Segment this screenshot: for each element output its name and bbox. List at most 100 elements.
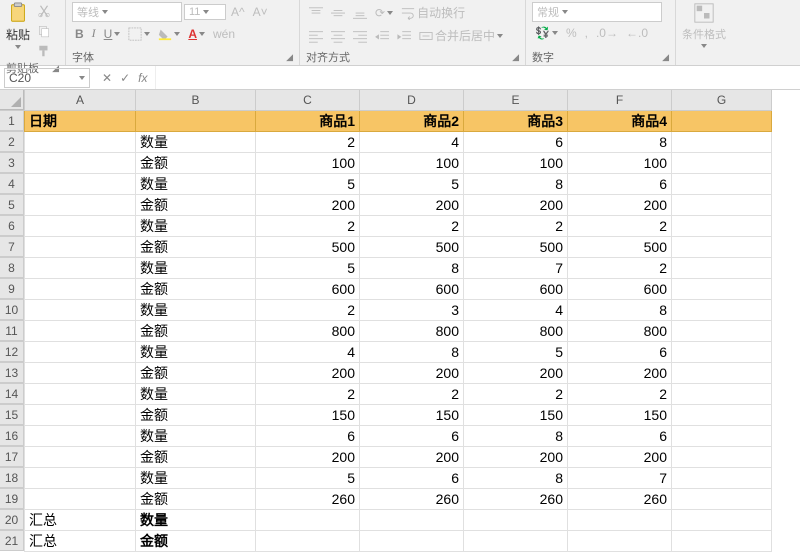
cell[interactable]: 4 bbox=[360, 131, 464, 152]
column-header-F[interactable]: F bbox=[568, 90, 672, 110]
cell[interactable]: 汇总 bbox=[25, 530, 136, 551]
cell[interactable] bbox=[25, 278, 136, 299]
row-header[interactable]: 15 bbox=[0, 404, 24, 425]
cell[interactable]: 8 bbox=[360, 341, 464, 362]
row-header[interactable]: 20 bbox=[0, 509, 24, 530]
font-name-select[interactable]: 等线 bbox=[72, 2, 182, 22]
cell[interactable]: 600 bbox=[568, 278, 672, 299]
cell[interactable] bbox=[25, 362, 136, 383]
cell[interactable]: 2 bbox=[568, 383, 672, 404]
cell[interactable]: 4 bbox=[464, 299, 568, 320]
cell[interactable]: 260 bbox=[464, 488, 568, 509]
percent-button[interactable]: % bbox=[563, 24, 580, 42]
row-header[interactable]: 10 bbox=[0, 299, 24, 320]
row-header[interactable]: 8 bbox=[0, 257, 24, 278]
column-header-D[interactable]: D bbox=[360, 90, 464, 110]
cell[interactable]: 200 bbox=[360, 362, 464, 383]
cell[interactable]: 数量 bbox=[136, 299, 256, 320]
cell[interactable]: 8 bbox=[464, 467, 568, 488]
cell[interactable]: 2 bbox=[256, 215, 360, 236]
cell[interactable] bbox=[672, 530, 772, 551]
row-header[interactable]: 12 bbox=[0, 341, 24, 362]
row-header[interactable]: 14 bbox=[0, 383, 24, 404]
font-size-select[interactable]: 11 bbox=[184, 4, 226, 20]
font-launcher-icon[interactable]: ◢ bbox=[286, 52, 293, 63]
align-center-button[interactable] bbox=[328, 27, 348, 45]
cell[interactable]: 6 bbox=[568, 173, 672, 194]
select-all-corner[interactable] bbox=[0, 90, 24, 110]
cell[interactable] bbox=[25, 467, 136, 488]
cell[interactable]: 5 bbox=[464, 341, 568, 362]
align-launcher-icon[interactable]: ◢ bbox=[512, 52, 519, 63]
cell[interactable] bbox=[25, 236, 136, 257]
cell[interactable]: 数量 bbox=[136, 257, 256, 278]
cell[interactable] bbox=[568, 530, 672, 551]
row-header[interactable]: 9 bbox=[0, 278, 24, 299]
cell[interactable] bbox=[25, 446, 136, 467]
cell[interactable] bbox=[672, 194, 772, 215]
cell[interactable]: 金额 bbox=[136, 320, 256, 341]
cell[interactable]: 6 bbox=[256, 425, 360, 446]
cell[interactable] bbox=[672, 215, 772, 236]
cell[interactable]: 数量 bbox=[136, 383, 256, 404]
cell[interactable]: 200 bbox=[360, 446, 464, 467]
cell[interactable]: 150 bbox=[256, 404, 360, 425]
column-header-A[interactable]: A bbox=[25, 90, 136, 110]
cell[interactable]: 数量 bbox=[136, 215, 256, 236]
cell[interactable]: 金额 bbox=[136, 278, 256, 299]
row-header[interactable]: 4 bbox=[0, 173, 24, 194]
align-left-button[interactable] bbox=[306, 27, 326, 45]
cell[interactable]: 数量 bbox=[136, 131, 256, 152]
cell[interactable]: 500 bbox=[568, 236, 672, 257]
column-header-B[interactable]: B bbox=[136, 90, 256, 110]
enter-icon[interactable]: ✓ bbox=[120, 71, 130, 85]
cell[interactable] bbox=[360, 509, 464, 530]
cell[interactable]: 200 bbox=[568, 446, 672, 467]
underline-button[interactable]: U bbox=[101, 25, 124, 43]
cell[interactable]: 8 bbox=[464, 425, 568, 446]
cell[interactable]: 200 bbox=[568, 194, 672, 215]
number-launcher-icon[interactable]: ◢ bbox=[662, 52, 669, 63]
cell[interactable] bbox=[672, 320, 772, 341]
cell[interactable]: 数量 bbox=[136, 341, 256, 362]
cell[interactable]: 6 bbox=[360, 467, 464, 488]
cell[interactable] bbox=[672, 446, 772, 467]
increase-font-button[interactable]: A^ bbox=[228, 3, 248, 21]
cell[interactable]: 200 bbox=[256, 194, 360, 215]
cell[interactable]: 260 bbox=[360, 488, 464, 509]
cell[interactable]: 金额 bbox=[136, 236, 256, 257]
align-right-button[interactable] bbox=[350, 27, 370, 45]
cell[interactable]: 数量 bbox=[136, 425, 256, 446]
cell[interactable]: 8 bbox=[464, 173, 568, 194]
cell[interactable] bbox=[360, 530, 464, 551]
increase-indent-button[interactable] bbox=[394, 27, 414, 45]
cell[interactable] bbox=[25, 131, 136, 152]
decrease-indent-button[interactable] bbox=[372, 27, 392, 45]
italic-button[interactable]: I bbox=[89, 24, 99, 43]
cell[interactable]: 2 bbox=[256, 131, 360, 152]
cell[interactable]: 200 bbox=[256, 446, 360, 467]
column-header-G[interactable]: G bbox=[672, 90, 772, 110]
cell[interactable] bbox=[672, 383, 772, 404]
cell[interactable]: 汇总 bbox=[25, 509, 136, 530]
align-top-button[interactable] bbox=[306, 4, 326, 22]
cell[interactable]: 2 bbox=[568, 257, 672, 278]
cell[interactable]: 150 bbox=[568, 404, 672, 425]
cell[interactable] bbox=[256, 530, 360, 551]
increase-decimal-button[interactable]: .0→ bbox=[593, 24, 621, 42]
cell[interactable] bbox=[672, 467, 772, 488]
cell[interactable]: 2 bbox=[256, 299, 360, 320]
decrease-decimal-button[interactable]: ←.0 bbox=[623, 24, 651, 42]
cell[interactable]: 数量 bbox=[136, 509, 256, 530]
cell[interactable]: 2 bbox=[360, 215, 464, 236]
cell[interactable]: 5 bbox=[256, 467, 360, 488]
cell[interactable] bbox=[672, 257, 772, 278]
cell[interactable] bbox=[672, 488, 772, 509]
cell[interactable]: 200 bbox=[568, 362, 672, 383]
cell[interactable] bbox=[672, 362, 772, 383]
row-header[interactable]: 6 bbox=[0, 215, 24, 236]
cell[interactable]: 800 bbox=[568, 320, 672, 341]
bold-button[interactable]: B bbox=[72, 25, 87, 43]
cell[interactable] bbox=[672, 425, 772, 446]
phonetic-button[interactable]: wén bbox=[210, 25, 238, 43]
